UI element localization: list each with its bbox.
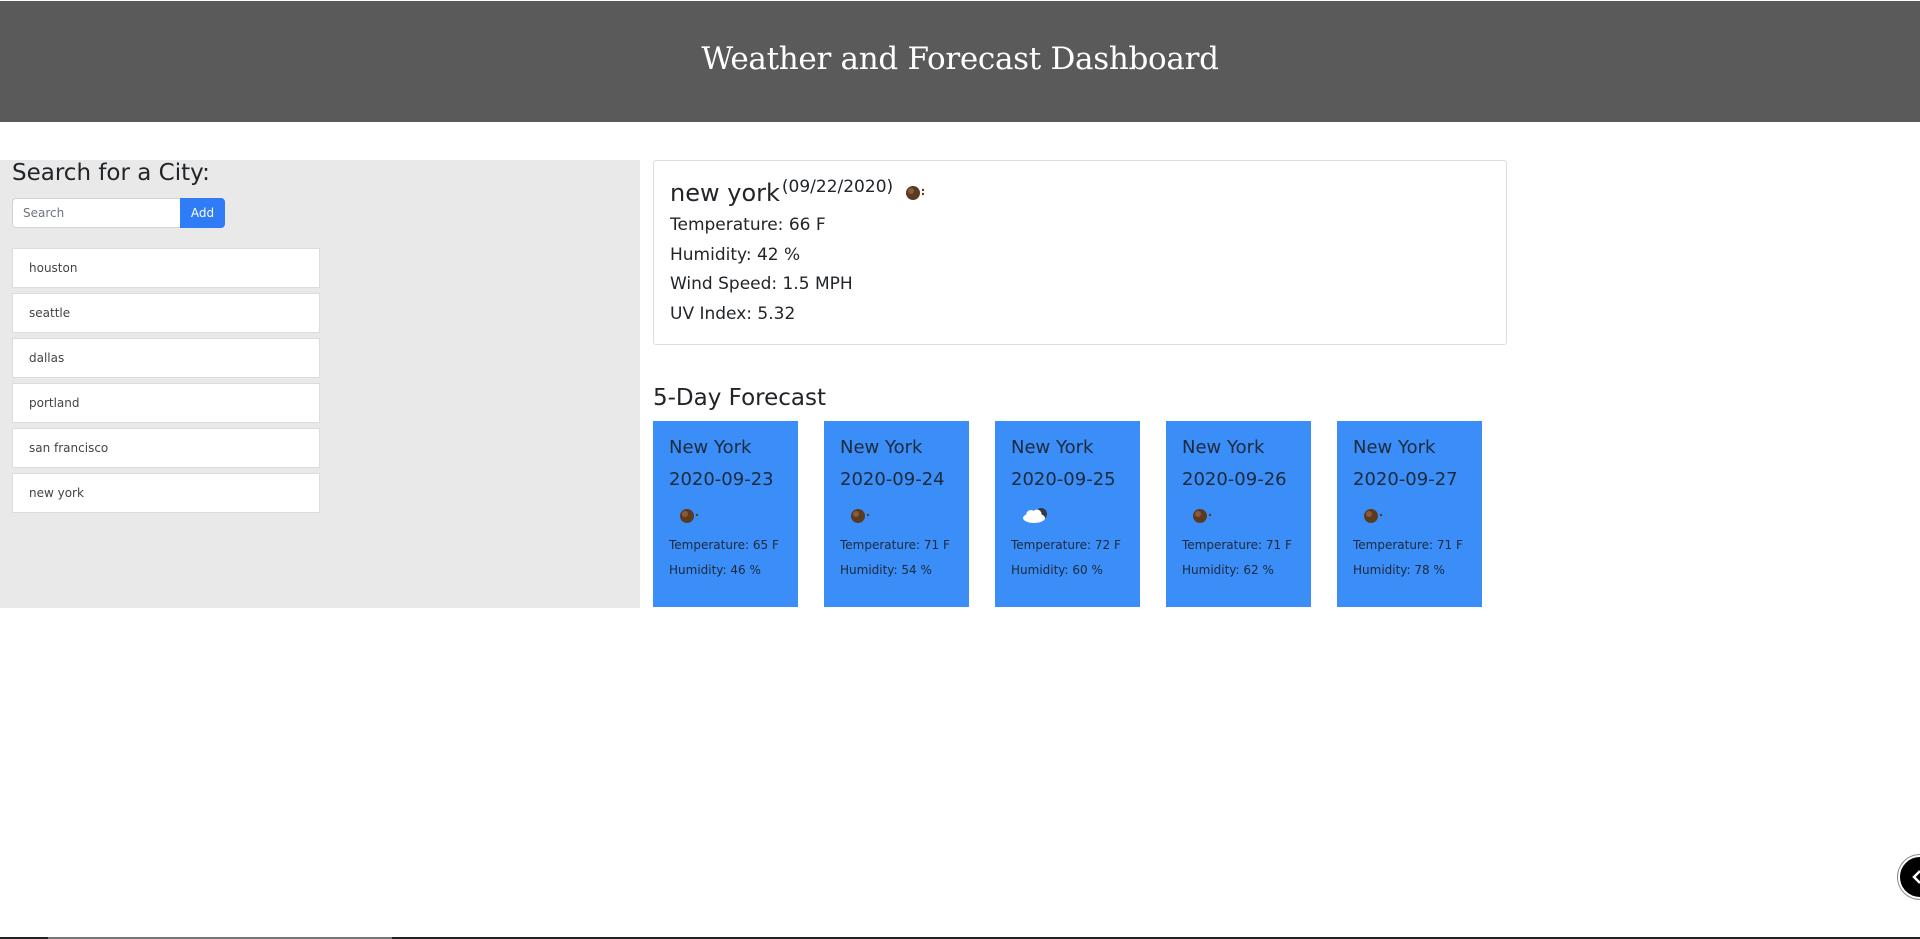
city-item-dallas[interactable]: dallas [12,338,320,378]
clear-sky-icon [840,497,953,533]
forecast-date: 2020-09-24 [840,469,945,490]
forecast-humidity: Humidity: 46 % [669,563,761,577]
forecast-card: New York 2020-09-26 Temperature: 71 F Hu… [1166,421,1311,607]
page-header: Weather and Forecast Dashboard [0,1,1920,122]
page-title: Weather and Forecast Dashboard [701,40,1219,77]
clear-sky-icon [669,497,782,533]
forecast-card: New York 2020-09-23 Temperature: 65 F Hu… [653,421,798,607]
forecast-temperature: Temperature: 71 F [1182,538,1292,552]
current-uv-index: UV Index: 5.32 [670,303,796,324]
current-humidity: Humidity: 42 % [670,244,801,265]
forecast-city: New York [1353,437,1436,458]
current-city: new york [670,179,780,207]
forecast-humidity: Humidity: 78 % [1353,563,1445,577]
forecast-humidity: Humidity: 60 % [1011,563,1103,577]
forecast-title: 5-Day Forecast [653,385,826,411]
city-item-houston[interactable]: houston [12,248,320,288]
forecast-card: New York 2020-09-27 Temperature: 71 F Hu… [1337,421,1482,607]
forecast-date: 2020-09-26 [1182,469,1287,490]
chevron-left-icon[interactable] [1898,855,1920,899]
forecast-temperature: Temperature: 72 F [1011,538,1121,552]
city-item-portland[interactable]: portland [12,383,320,423]
forecast-city: New York [840,437,923,458]
clear-sky-icon [903,183,927,205]
search-heading: Search for a City: [12,160,210,186]
forecast-temperature: Temperature: 71 F [1353,538,1463,552]
forecast-humidity: Humidity: 54 % [840,563,932,577]
city-history-list: houston seattle dallas portland san fran… [12,248,320,518]
city-item-seattle[interactable]: seattle [12,293,320,333]
forecast-card: New York 2020-09-25 Temperature: 72 F Hu… [995,421,1140,607]
current-temperature: Temperature: 66 F [670,215,826,235]
city-item-new-york[interactable]: new york [12,473,320,513]
current-weather-card: new york (09/22/2020) Temperature: 66 F … [653,160,1507,345]
forecast-city: New York [1011,437,1094,458]
forecast-city: New York [669,437,752,458]
forecast-temperature: Temperature: 65 F [669,538,779,552]
forecast-date: 2020-09-27 [1353,469,1458,490]
forecast-humidity: Humidity: 62 % [1182,563,1274,577]
clear-sky-icon [1182,497,1295,533]
add-button[interactable]: Add [180,198,225,228]
search-input[interactable] [12,198,180,228]
current-wind-speed: Wind Speed: 1.5 MPH [670,274,853,294]
search-form: Add [12,198,225,228]
forecast-date: 2020-09-25 [1011,469,1116,490]
forecast-temperature: Temperature: 71 F [840,538,950,552]
forecast-cards: New York 2020-09-23 Temperature: 65 F Hu… [653,421,1508,607]
forecast-date: 2020-09-23 [669,469,774,490]
forecast-city: New York [1182,437,1265,458]
city-item-san-francisco[interactable]: san francisco [12,428,320,468]
cloudy-icon [1011,497,1124,533]
forecast-card: New York 2020-09-24 Temperature: 71 F Hu… [824,421,969,607]
current-date: (09/22/2020) [781,177,894,197]
sidebar: Search for a City: Add houston seattle d… [0,160,640,608]
clear-sky-icon [1353,497,1466,533]
